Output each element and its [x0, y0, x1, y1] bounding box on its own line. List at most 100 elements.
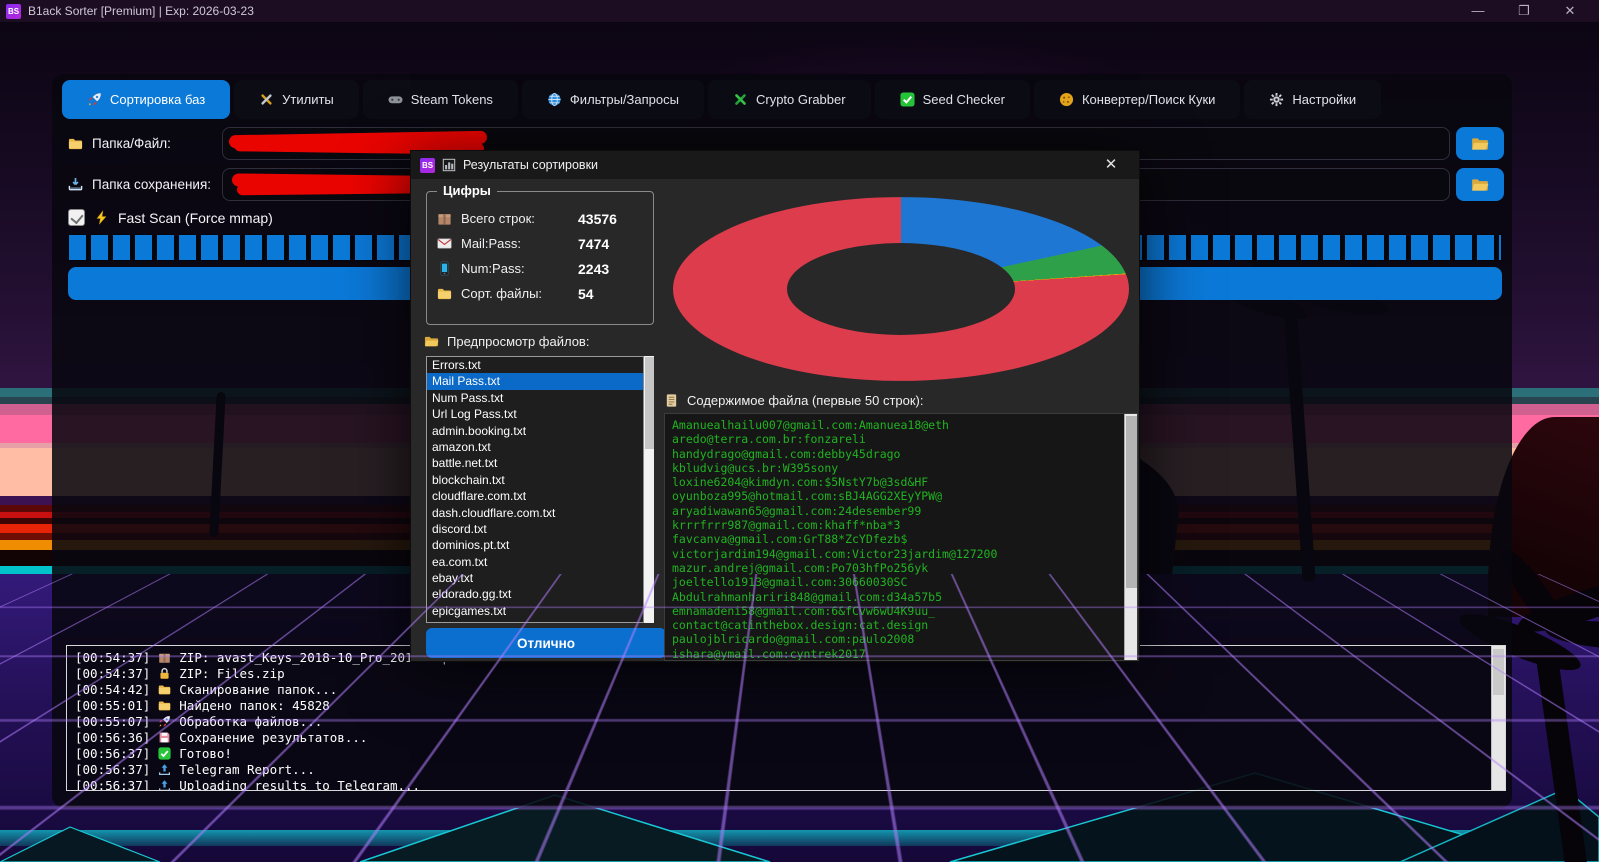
folder-icon: [158, 683, 171, 696]
file-list-scrollbar[interactable]: [643, 356, 654, 623]
floppy-icon: [158, 731, 171, 744]
log-line: [00:54:37]ZIP: Files.zip: [75, 665, 1487, 681]
log-panel: [00:54:37]ZIP: avast_Keys_2018-10_Pro_20…: [66, 645, 1506, 791]
check-icon: [900, 92, 915, 107]
os-titlebar: BS B1ack Sorter [Premium] | Exp: 2026-03…: [0, 0, 1599, 22]
file-item[interactable]: Url Log Pass.txt: [427, 406, 653, 422]
phone-icon: [437, 261, 452, 276]
file-list[interactable]: Errors.txtMail Pass.txtNum Pass.txtUrl L…: [426, 356, 654, 623]
content-scrollbar-thumb[interactable]: [1126, 416, 1137, 588]
content-line: joeltello1913@gmail.com:30660030SC: [672, 575, 1121, 589]
controller-icon: [388, 92, 403, 107]
content-line: favcanva@gmail.com:GrT88*ZcYDfezb$: [672, 532, 1121, 546]
fast-scan-row: Fast Scan (Force mmap): [68, 209, 273, 226]
stats-legend: Цифры: [437, 183, 497, 198]
file-item[interactable]: ea.com.txt: [427, 554, 653, 570]
rocket-icon: [158, 715, 171, 728]
upload-icon: [158, 779, 171, 791]
fast-scan-checkbox[interactable]: [68, 209, 85, 226]
file-item[interactable]: blockchain.txt: [427, 472, 653, 488]
ok-button[interactable]: Отлично: [426, 628, 666, 658]
results-modal: BS Результаты сортировки ✕ Цифры Всего с…: [410, 150, 1140, 662]
donut-chart: [661, 183, 1139, 395]
content-line: aredo@terra.com.br:fonzareli: [672, 432, 1121, 446]
file-item[interactable]: amazon.txt: [427, 439, 653, 455]
tab-label: Crypto Grabber: [756, 92, 846, 107]
log-line: [00:56:37]Uploading results to Telegram.…: [75, 778, 1487, 791]
file-item[interactable]: battle.net.txt: [427, 455, 653, 471]
stat-row: Всего строк:43576: [437, 206, 647, 231]
file-item[interactable]: epicgames.txt: [427, 603, 653, 619]
tab-converter-cookies[interactable]: Конвертер/Поиск Куки: [1034, 80, 1240, 119]
restore-button[interactable]: ❐: [1501, 0, 1547, 22]
source-folder-label: Папка/Файл:: [68, 136, 171, 151]
tab-crypto-grabber[interactable]: Crypto Grabber: [708, 80, 871, 119]
file-item[interactable]: Errors.txt: [427, 357, 653, 373]
content-line: ishara@ymail.com:cyntrek2017: [672, 647, 1121, 661]
log-line: [00:55:07]Обработка файлов...: [75, 713, 1487, 729]
content-line: Abdulrahmanhariri848@gmail.com:d34a57b5: [672, 590, 1121, 604]
content-line: aryadiwawan65@gmail.com:24desember99: [672, 504, 1121, 518]
log-scrollbar-thumb[interactable]: [1493, 649, 1504, 695]
tab-seed-checker[interactable]: Seed Checker: [875, 80, 1030, 119]
content-line: kbludvig@ucs.br:W395sony: [672, 461, 1121, 475]
package-icon: [437, 211, 452, 226]
app-logo: BS: [6, 4, 21, 19]
log-line: [00:56:36]Сохранение результатов...: [75, 729, 1487, 745]
file-content-box[interactable]: Amanuealhailu007@gmail.com:Amanuea18@eth…: [664, 413, 1138, 661]
content-line: oyunboza995@hotmail.com:sBJ4AGG2XEyYPW@: [672, 489, 1121, 503]
folder-open-icon: [424, 334, 439, 349]
tab-label: Утилиты: [282, 92, 334, 107]
tab-settings[interactable]: Настройки: [1244, 80, 1381, 119]
crypto-icon: [733, 92, 748, 107]
save-folder-label: Папка сохранения:: [68, 177, 211, 192]
file-item[interactable]: admin.booking.txt: [427, 423, 653, 439]
tab-utilities[interactable]: Утилиты: [234, 80, 359, 119]
folder-open-icon: [1471, 176, 1489, 194]
content-line: Amanuealhailu007@gmail.com:Amanuea18@eth: [672, 418, 1121, 432]
file-list-scrollbar-thumb[interactable]: [645, 357, 654, 449]
tab-label: Конвертер/Поиск Куки: [1082, 92, 1215, 107]
app-logo: BS: [420, 158, 435, 173]
file-item[interactable]: dominios.pt.txt: [427, 537, 653, 553]
file-content-label: Содержимое файла (первые 50 строк):: [664, 393, 924, 408]
content-scrollbar[interactable]: [1124, 414, 1137, 660]
content-line: loxine6204@kimdyn.com:$5NstY7b@3sd&HF: [672, 475, 1121, 489]
file-item[interactable]: Num Pass.txt: [427, 390, 653, 406]
file-item[interactable]: dash.cloudflare.com.txt: [427, 505, 653, 521]
modal-close-icon[interactable]: ✕: [1092, 151, 1130, 179]
file-item[interactable]: discord.txt: [427, 521, 653, 537]
browse-save-button[interactable]: [1456, 168, 1504, 201]
tab-label: Steam Tokens: [411, 92, 493, 107]
minimize-button[interactable]: —: [1455, 0, 1501, 22]
scroll-icon: [664, 393, 679, 408]
browse-source-button[interactable]: [1456, 127, 1504, 160]
folder-icon: [158, 699, 171, 712]
file-item[interactable]: eldorado.gg.txt: [427, 586, 653, 602]
log-scrollbar[interactable]: [1491, 646, 1505, 790]
tab-steam-tokens[interactable]: Steam Tokens: [363, 80, 518, 119]
tab-label: Сортировка баз: [110, 92, 205, 107]
tab-filters-requests[interactable]: Фильтры/Запросы: [522, 80, 704, 119]
close-button[interactable]: ✕: [1547, 0, 1593, 22]
chart-icon: [442, 158, 456, 172]
tab-sort-bases[interactable]: Сортировка баз: [62, 80, 230, 119]
tab-bar: Сортировка баз Утилиты Steam Tokens Фильтры…: [62, 80, 1381, 119]
fast-scan-label: Fast Scan (Force mmap): [118, 210, 273, 226]
package-icon: [158, 651, 171, 664]
lock-icon: [158, 667, 171, 680]
tools-icon: [259, 92, 274, 107]
cookie-icon: [1059, 92, 1074, 107]
file-item[interactable]: cloudflare.com.txt: [427, 488, 653, 504]
log-line: [00:56:37]Telegram Report...: [75, 762, 1487, 778]
folder-open-icon: [1471, 135, 1489, 153]
file-item[interactable]: expressvpn.txt: [427, 619, 653, 623]
envelope-icon: [437, 236, 452, 251]
check-icon: [158, 747, 171, 760]
file-item[interactable]: Mail Pass.txt: [427, 373, 653, 389]
file-item[interactable]: ebay.txt: [427, 570, 653, 586]
modal-titlebar: BS Результаты сортировки ✕: [411, 151, 1139, 179]
modal-title: Результаты сортировки: [463, 158, 598, 172]
content-line: paulojblricardo@gmail.com:paulo2008: [672, 632, 1121, 646]
content-line: krrrfrrr987@gmail.com:khaff*nba*3: [672, 518, 1121, 532]
